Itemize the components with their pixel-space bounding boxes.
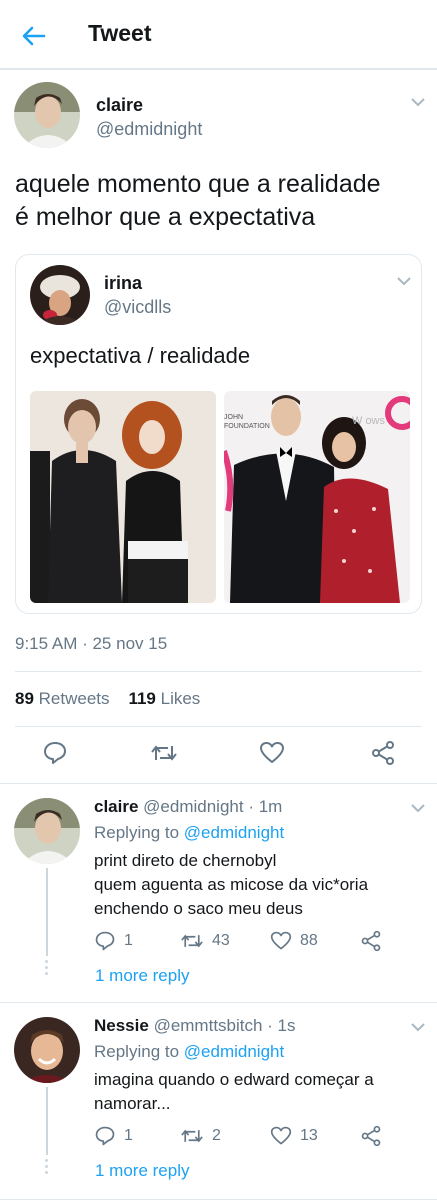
reply-author-name[interactable]: claire — [94, 797, 138, 816]
reply-text-line: namorar... — [94, 1094, 171, 1113]
reply-text-line: print direto de chernobyl — [94, 851, 277, 870]
share-action[interactable] — [360, 930, 390, 952]
retweet-icon — [181, 1129, 203, 1143]
quoted-tweet[interactable]: irina @vicdlls expectativa / realidade J… — [15, 254, 422, 614]
avatar[interactable] — [14, 1017, 80, 1083]
retweet-count: 2 — [212, 1127, 221, 1144]
quote-avatar[interactable] — [30, 265, 90, 325]
heart-icon[interactable] — [259, 740, 289, 770]
replying-to-label: Replying to — [94, 823, 180, 842]
separator — [15, 726, 422, 727]
reply-tweet[interactable]: Nessie @emmttsbitch · 1s Replying to @ed… — [0, 1003, 437, 1200]
reply-count: 1 — [124, 1127, 133, 1144]
likes-count[interactable]: 119 — [128, 689, 155, 708]
share-icon — [361, 1125, 381, 1147]
reply-author-name[interactable]: Nessie — [94, 1016, 149, 1035]
separator — [15, 671, 422, 672]
retweet-icon — [181, 934, 203, 948]
top-bar: Tweet — [0, 0, 437, 70]
reply-action[interactable]: 1 — [94, 1125, 133, 1147]
author-name[interactable]: claire — [96, 95, 143, 116]
chevron-down-icon[interactable] — [410, 800, 426, 816]
retweets-label[interactable]: Retweets — [39, 689, 110, 708]
reply-text-line: enchendo o saco meu deus — [94, 899, 303, 918]
heart-icon — [270, 1126, 292, 1145]
like-count: 88 — [300, 932, 318, 949]
share-icon — [361, 930, 381, 952]
tweet-stats: 89 Retweets 119 Likes — [15, 689, 200, 709]
thread-line — [46, 1087, 48, 1155]
retweets-count[interactable]: 89 — [15, 689, 34, 708]
tweet-timestamp: 9:15 AM · 25 nov 15 — [15, 634, 168, 653]
avatar[interactable] — [14, 798, 80, 864]
reply-meta[interactable]: @emmttsbitch · 1s — [154, 1016, 296, 1035]
backdrop-text-line: FOUNDATION — [224, 423, 270, 430]
retweet-icon[interactable] — [150, 740, 180, 770]
likes-label[interactable]: Likes — [161, 689, 201, 708]
tweet-text-line: aquele momento que a realidade — [15, 170, 381, 198]
replying-to: Replying to @edmidnight — [94, 822, 284, 844]
chevron-down-icon[interactable] — [410, 94, 426, 110]
more-replies-link[interactable]: 1 more reply — [95, 966, 189, 986]
reply-header: claire @edmidnight · 1m — [94, 796, 282, 818]
backdrop-text: JOHN FOUNDATION — [224, 413, 270, 431]
thread-line — [46, 868, 48, 956]
thread-dots — [45, 1159, 48, 1177]
reply-text-line: quem aguenta as micose da vic*oria — [94, 875, 369, 894]
more-replies-link[interactable]: 1 more reply — [95, 1161, 189, 1181]
avatar[interactable] — [14, 82, 80, 148]
author-handle[interactable]: @edmidnight — [96, 119, 202, 140]
quote-text: expectativa / realidade — [30, 343, 251, 368]
reply-action[interactable]: 1 — [94, 930, 133, 952]
share-action[interactable] — [360, 1125, 390, 1147]
reply-icon[interactable] — [42, 740, 72, 770]
reply-meta[interactable]: @edmidnight · 1m — [143, 797, 282, 816]
share-icon[interactable] — [370, 740, 400, 770]
replying-to-handle[interactable]: @edmidnight — [184, 1042, 284, 1061]
tweet-text: aquele momento que a realidade é melhor … — [15, 168, 425, 234]
thread-dots — [45, 960, 48, 978]
tweet-text-line: é melhor que a expectativa — [15, 203, 316, 231]
reply-count: 1 — [124, 932, 133, 949]
replying-to-label: Replying to — [94, 1042, 180, 1061]
quote-author-handle[interactable]: @vicdlls — [104, 297, 171, 318]
reply-text-line: imagina quando o edward começar a — [94, 1070, 374, 1089]
reply-header: Nessie @emmttsbitch · 1s — [94, 1015, 296, 1037]
page-title: Tweet — [88, 20, 152, 46]
chevron-down-icon[interactable] — [410, 1019, 426, 1035]
retweet-count: 43 — [212, 932, 230, 949]
like-action[interactable]: 88 — [270, 930, 318, 952]
chevron-down-icon[interactable] — [396, 273, 412, 289]
reply-icon — [95, 931, 115, 951]
like-action[interactable]: 13 — [270, 1125, 318, 1147]
reply-icon — [95, 1126, 115, 1146]
photo-expectation[interactable] — [30, 391, 216, 603]
backdrop-text-line: JOHN — [224, 414, 244, 421]
replying-to-handle[interactable]: @edmidnight — [184, 823, 284, 842]
backdrop-text: W ows — [352, 415, 385, 427]
like-count: 13 — [300, 1127, 318, 1144]
heart-icon — [270, 931, 292, 950]
retweet-action[interactable]: 43 — [180, 930, 230, 952]
photo-reality[interactable]: JOHN FOUNDATION W ows — [224, 391, 410, 603]
retweet-action[interactable]: 2 — [180, 1125, 221, 1147]
back-arrow-icon[interactable] — [20, 22, 48, 50]
quote-author-name[interactable]: irina — [104, 273, 142, 294]
replying-to: Replying to @edmidnight — [94, 1041, 284, 1063]
reply-tweet[interactable]: claire @edmidnight · 1m Replying to @edm… — [0, 784, 437, 1002]
